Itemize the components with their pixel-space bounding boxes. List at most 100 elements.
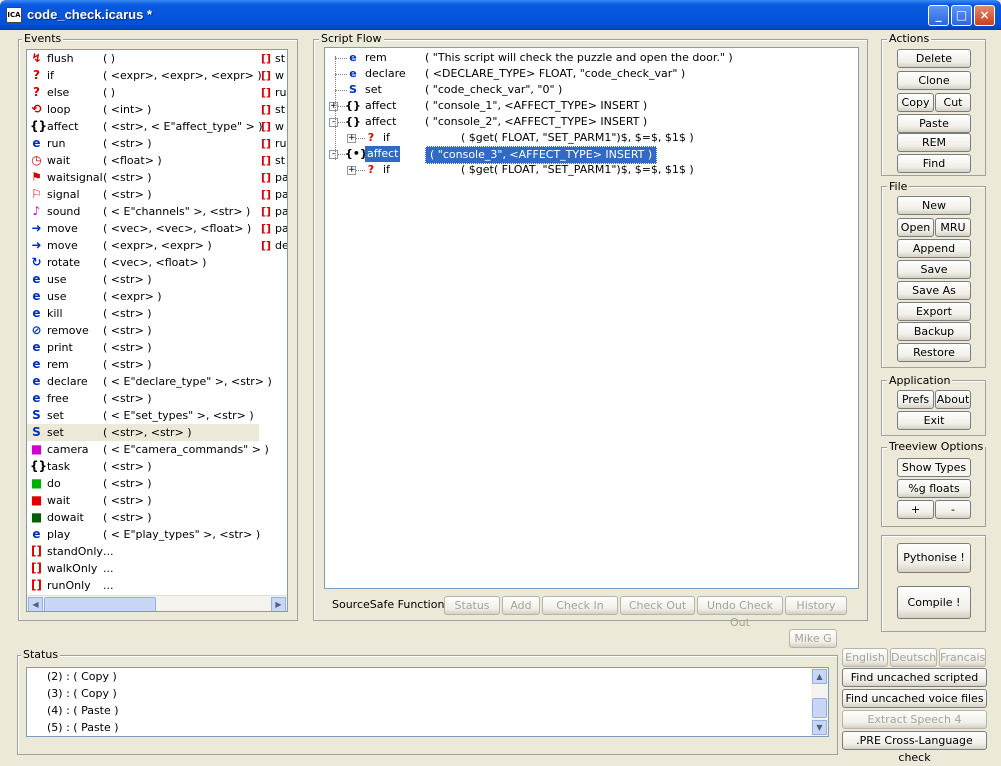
event-item[interactable]: {} affect ( <str>, < E"affect_type" > ) (27, 118, 263, 135)
tree-row[interactable]: + {} affect ( "console_1", <AFFECT_TYPE> IN… (325, 98, 858, 114)
event-item-alt[interactable]: [] pa (259, 220, 287, 237)
event-item-alt[interactable]: [] pa (259, 169, 287, 186)
open-button[interactable]: Open (897, 218, 934, 237)
sourcesafe-undo-check-out-button[interactable]: Undo Check Out (697, 596, 783, 629)
mru-button[interactable]: MRU (935, 218, 971, 237)
event-item[interactable]: ↯ flush ( ) (27, 50, 259, 67)
event-item[interactable]: ? if ( <expr>, <expr>, <expr> ) (27, 67, 262, 84)
event-item[interactable]: ⊘ remove ( <str> ) (27, 322, 259, 339)
extract-speech-button[interactable]: Extract Speech 4 translation (842, 710, 987, 743)
event-item[interactable]: e kill ( <str> ) (27, 305, 259, 322)
deutsch-button[interactable]: Deutsch (890, 648, 937, 667)
status-log[interactable]: (2) : ( Copy ) (3) : ( Copy ) (4) : ( Past… (26, 667, 829, 737)
event-item[interactable]: ➜ move ( <vec>, <vec>, <float> ) (27, 220, 259, 237)
event-item[interactable]: ? else ( ) (27, 84, 259, 101)
event-item[interactable]: ■ camera ( < E"camera_commands" > ) (27, 441, 269, 458)
event-item[interactable]: ⚐ signal ( <str> ) (27, 186, 259, 203)
event-item[interactable]: [] runOnly... (27, 577, 259, 594)
event-item[interactable]: ↻ rotate ( <vec>, <float> ) (27, 254, 259, 271)
collapse-icon[interactable]: - (329, 150, 338, 159)
expand-icon[interactable]: + (329, 102, 338, 111)
event-item[interactable]: ⚑ waitsignal( <str> ) (27, 169, 259, 186)
event-item-alt[interactable]: [] de (259, 237, 287, 254)
event-item[interactable]: ➜ move ( <expr>, <expr> ) (27, 237, 259, 254)
delete-button[interactable]: Delete (897, 49, 971, 68)
compile-button[interactable]: Compile ! (897, 586, 971, 619)
event-item-alt[interactable]: [] pa (259, 203, 287, 220)
event-item-alt[interactable]: [] st (259, 101, 287, 118)
restore-button[interactable]: Restore (897, 343, 971, 362)
tree-row[interactable]: Sset ( "code_check_var", "0" ) (325, 82, 858, 98)
sourcesafe-status-button[interactable]: Status (444, 596, 500, 615)
scroll-right-icon[interactable]: ▶ (271, 597, 286, 611)
find-uncached-audio-button[interactable]: Find uncached scripted audio (842, 668, 987, 701)
event-item[interactable]: e use ( <str> ) (27, 271, 259, 288)
minimize-button[interactable]: _ (928, 5, 949, 26)
script-tree[interactable]: e rem ( "This script will check the puzzle… (324, 47, 859, 589)
rem-button[interactable]: REM (897, 133, 971, 152)
clone-button[interactable]: Clone (897, 71, 971, 90)
exit-button[interactable]: Exit (897, 411, 971, 430)
expand-icon[interactable]: + (347, 166, 356, 175)
tree-row[interactable]: e declare ( <DECLARE_TYPE> FLOAT, "code_ch… (325, 66, 858, 82)
status-vscrollbar[interactable]: ▲ ▼ (811, 668, 828, 736)
event-item[interactable]: ■ do ( <str> ) (27, 475, 259, 492)
pre-cross-language-check-button[interactable]: .PRE Cross-Language check (842, 731, 987, 764)
english-button[interactable]: English (842, 648, 888, 667)
find-button[interactable]: Find (897, 154, 971, 173)
francais-button[interactable]: Francais (939, 648, 986, 667)
sourcesafe-add-button[interactable]: Add (502, 596, 540, 615)
event-item[interactable]: e declare ( < E"declare_type" >, <str> ) (27, 373, 271, 390)
backup-button[interactable]: Backup (897, 322, 971, 341)
event-item[interactable]: e use ( <expr> ) (27, 288, 259, 305)
event-item[interactable]: ♪ sound ( < E"channels" >, <str> ) (27, 203, 259, 220)
event-item[interactable]: Sset ( <str>, <str> ) (27, 424, 259, 441)
scroll-left-icon[interactable]: ◀ (28, 597, 43, 611)
event-item[interactable]: e print ( <str> ) (27, 339, 259, 356)
event-item[interactable]: [] walkOnly... (27, 560, 259, 577)
event-item[interactable]: e play ( < E"play_types" >, <str> ) (27, 526, 260, 543)
sourcesafe-check-in-button[interactable]: Check In (542, 596, 618, 615)
event-item[interactable]: {} task ( <str> ) (27, 458, 259, 475)
event-item-alt[interactable]: [] pa (259, 186, 287, 203)
events-hscrollbar[interactable]: ◀ ▶ (27, 595, 287, 611)
event-item-alt[interactable]: [] ru (259, 84, 287, 101)
event-item-alt[interactable]: [] ru (259, 135, 287, 152)
tree-row[interactable]: e rem ( "This script will check the puzzle… (325, 50, 858, 66)
tree-row[interactable]: +? if ( $get( FLOAT, "SET_PARM1")$, $=$, $… (325, 162, 858, 178)
event-item[interactable]: e run ( <str> ) (27, 135, 259, 152)
pythonise-button[interactable]: Pythonise ! (897, 543, 971, 573)
prefs-button[interactable]: Prefs (897, 390, 934, 409)
sourcesafe-history-button[interactable]: History (785, 596, 847, 615)
event-item[interactable]: ■ dowait ( <str> ) (27, 509, 259, 526)
event-item[interactable]: ■ wait ( <str> ) (27, 492, 259, 509)
collapse-icon[interactable]: - (329, 118, 338, 127)
expand-all-button[interactable]: + (897, 500, 934, 519)
event-item-alt[interactable]: [] w (259, 67, 287, 84)
show-types-toggle[interactable]: Show Types (897, 458, 971, 477)
expand-icon[interactable]: + (347, 134, 356, 143)
append-button[interactable]: Append (897, 239, 971, 258)
event-item-alt[interactable]: [] st (259, 50, 287, 67)
scroll-up-icon[interactable]: ▲ (812, 669, 827, 684)
export-button[interactable]: Export (897, 302, 971, 321)
event-item[interactable]: ◷ wait ( <float> ) (27, 152, 259, 169)
about-button[interactable]: About (935, 390, 971, 409)
event-item-alt[interactable]: [] w (259, 118, 287, 135)
new-button[interactable]: New (897, 196, 971, 215)
g-floats-toggle[interactable]: %g floats (897, 479, 971, 498)
save-button[interactable]: Save (897, 260, 971, 279)
event-item[interactable]: [] standOnly... (27, 543, 259, 560)
paste-button[interactable]: Paste (897, 114, 971, 133)
scroll-down-icon[interactable]: ▼ (812, 720, 827, 735)
sourcesafe-check-out-button[interactable]: Check Out (620, 596, 695, 615)
cut-button[interactable]: Cut (935, 93, 971, 112)
copy-button[interactable]: Copy (897, 93, 934, 112)
save-as-button[interactable]: Save As (897, 281, 971, 300)
user-button[interactable]: Mike G (789, 629, 837, 648)
events-list[interactable]: ↯ flush ( )? if ( <expr>, <expr>, <expr> )? e… (26, 49, 288, 612)
event-item[interactable]: e rem ( <str> ) (27, 356, 259, 373)
event-item[interactable]: ⟲ loop ( <int> ) (27, 101, 259, 118)
tree-row[interactable]: -{} affect ( "console_2", <AFFECT_TYPE> IN… (325, 114, 858, 130)
event-item-alt[interactable]: [] st (259, 152, 287, 169)
